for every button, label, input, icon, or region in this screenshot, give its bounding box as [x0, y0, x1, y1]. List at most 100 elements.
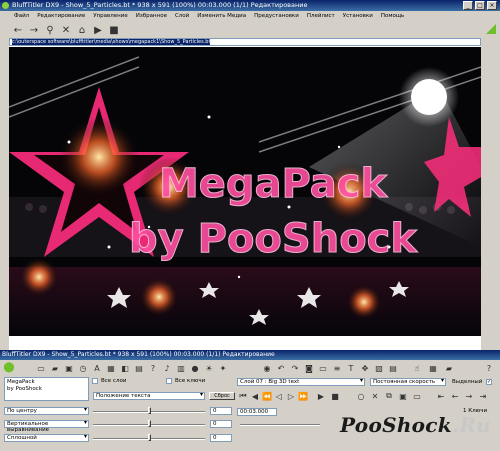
- search-icon[interactable]: ⚲: [44, 24, 56, 36]
- list-icon[interactable]: ≡: [332, 363, 342, 373]
- add-layer-icon[interactable]: ⬤: [3, 362, 14, 373]
- text-content-input[interactable]: MegaPack by PooShock: [4, 377, 89, 401]
- address-bar[interactable]: c:\outerspace software\blufftitler\media…: [9, 38, 481, 46]
- slider-1-thumb[interactable]: [148, 407, 151, 414]
- first-key-icon[interactable]: ⇤: [436, 391, 446, 401]
- stop-icon[interactable]: ✕: [60, 24, 72, 36]
- music-icon[interactable]: ♪: [162, 363, 172, 373]
- maximize-button[interactable]: □: [475, 1, 485, 10]
- play-button-icon[interactable]: ▶: [316, 391, 326, 401]
- value-2-input[interactable]: 0: [210, 420, 232, 428]
- prev-frame-icon[interactable]: ◁: [274, 391, 284, 401]
- stop-square-icon[interactable]: ■: [108, 24, 120, 36]
- camera-icon[interactable]: ◙: [304, 363, 314, 373]
- next-frame-icon[interactable]: ▷: [286, 391, 296, 401]
- picture-icon[interactable]: ▨: [374, 363, 384, 373]
- monitor-icon[interactable]: ▭: [318, 363, 328, 373]
- all-layers-box[interactable]: [92, 378, 98, 384]
- next-key-arrow-icon[interactable]: →: [464, 391, 474, 401]
- grid-icon[interactable]: ▦: [106, 363, 116, 373]
- prev-key-arrow-icon[interactable]: ←: [450, 391, 460, 401]
- move-icon[interactable]: ✥: [360, 363, 370, 373]
- eye-icon[interactable]: ◉: [262, 363, 272, 373]
- preview-line2: by PooShock: [129, 216, 418, 262]
- save-icon[interactable]: ▣: [64, 363, 74, 373]
- menu-playlist[interactable]: Плейлист: [307, 11, 335, 22]
- film-icon[interactable]: ▥: [176, 363, 186, 373]
- particles-icon[interactable]: ✦: [218, 363, 228, 373]
- layer-icon[interactable]: ◧: [120, 363, 130, 373]
- menu-favorites[interactable]: Избранное: [136, 11, 167, 22]
- new-file-icon[interactable]: ▭: [36, 363, 46, 373]
- play-icon[interactable]: ▶: [92, 24, 104, 36]
- menu-settings[interactable]: Установки: [343, 11, 373, 22]
- clock-icon[interactable]: ◷: [78, 363, 88, 373]
- last-key-icon[interactable]: ⇥: [478, 391, 488, 401]
- redo-icon[interactable]: ↷: [290, 363, 300, 373]
- watermark-suffix: .Ru: [451, 413, 491, 437]
- layers-icon[interactable]: ▤: [388, 363, 398, 373]
- all-layers-checkbox[interactable]: Все слои: [92, 378, 126, 384]
- slider-3-thumb[interactable]: [148, 434, 151, 441]
- record-icon[interactable]: ○: [356, 391, 366, 401]
- menu-presets[interactable]: Предустановки: [254, 11, 299, 22]
- back-icon[interactable]: ←: [12, 24, 24, 36]
- close-button[interactable]: ×: [487, 1, 497, 10]
- next-key-icon[interactable]: ⏩: [298, 391, 308, 401]
- all-layers-label: Все слои: [101, 378, 127, 384]
- minimize-button[interactable]: _: [463, 1, 473, 10]
- vertical-align-select[interactable]: Вертикальное выравнивание: [4, 420, 89, 433]
- reset-button[interactable]: Сброс: [209, 392, 235, 400]
- menu-control[interactable]: Управление: [93, 11, 128, 22]
- text-icon[interactable]: T: [346, 363, 356, 373]
- prev-key-icon[interactable]: ⏪: [262, 391, 272, 401]
- thumbs-up-icon[interactable]: ☝: [412, 363, 422, 373]
- step-back-icon[interactable]: ◀: [250, 391, 260, 401]
- render-preview[interactable]: MegaPack by PooShock: [9, 47, 481, 336]
- time-input[interactable]: 00:03.000: [237, 408, 277, 416]
- go-icon[interactable]: [486, 24, 496, 34]
- fade-select[interactable]: Сплошной: [4, 434, 89, 442]
- preview-scene: MegaPack by PooShock: [9, 47, 481, 336]
- main-window-titlebar: BluffTitler DX9 - Show_5_Particles.bt * …: [0, 0, 500, 11]
- undo-icon[interactable]: ↶: [276, 363, 286, 373]
- folder-icon[interactable]: ▰: [444, 363, 454, 373]
- all-keys-box[interactable]: [166, 378, 172, 384]
- main-toolbar: ← → ⚲ ✕ ⌂ ▶ ■: [0, 22, 500, 38]
- value-3-input[interactable]: 0: [210, 434, 232, 442]
- question-icon[interactable]: ?: [484, 363, 494, 373]
- stop-button-icon[interactable]: ■: [330, 391, 340, 401]
- slider-2-thumb[interactable]: [148, 420, 151, 427]
- plugin-icon[interactable]: ▦: [428, 363, 438, 373]
- paste-icon[interactable]: ▣: [398, 391, 408, 401]
- sphere-icon[interactable]: ●: [190, 363, 200, 373]
- open-folder-icon[interactable]: ▰: [50, 363, 60, 373]
- light-icon[interactable]: ☀: [204, 363, 214, 373]
- align-select[interactable]: По центру: [4, 407, 89, 415]
- menu-file[interactable]: Файл: [14, 11, 29, 22]
- home-icon[interactable]: ⌂: [76, 24, 88, 36]
- skip-start-icon[interactable]: ⏮: [238, 391, 248, 401]
- watermark: PooShock.Ru: [340, 413, 491, 437]
- menu-edit[interactable]: Редактирование: [37, 11, 85, 22]
- font-icon[interactable]: A: [92, 363, 102, 373]
- value-1-input[interactable]: 0: [210, 407, 232, 415]
- copy-icon[interactable]: ⧉: [384, 391, 394, 401]
- timeline-track[interactable]: [240, 424, 320, 426]
- menu-change-media[interactable]: Изменить Медиа: [197, 11, 246, 22]
- forward-icon[interactable]: →: [28, 24, 40, 36]
- document-icon[interactable]: ▭: [412, 391, 422, 401]
- all-keys-checkbox[interactable]: Все ключи: [166, 378, 205, 384]
- menu-help[interactable]: Помощь: [381, 11, 404, 22]
- menu-layer[interactable]: Слой: [175, 11, 189, 22]
- main-window-title: BluffTitler DX9 - Show_5_Particles.bt * …: [12, 1, 308, 9]
- editor-window-title: BluffTitler DX9 - Show_5_Particles.bt * …: [2, 351, 275, 358]
- text-position-select[interactable]: Положение текста: [93, 392, 205, 400]
- selected-checkbox[interactable]: ✓: [486, 379, 492, 385]
- right-frame: [481, 38, 500, 350]
- delete-key-icon[interactable]: ✕: [370, 391, 380, 401]
- layer-select[interactable]: Слой 07 : Big 3D text: [237, 378, 365, 386]
- image-icon[interactable]: ▤: [134, 363, 144, 373]
- speed-select[interactable]: Постоянная скорость: [370, 378, 446, 386]
- help-icon[interactable]: ?: [148, 363, 158, 373]
